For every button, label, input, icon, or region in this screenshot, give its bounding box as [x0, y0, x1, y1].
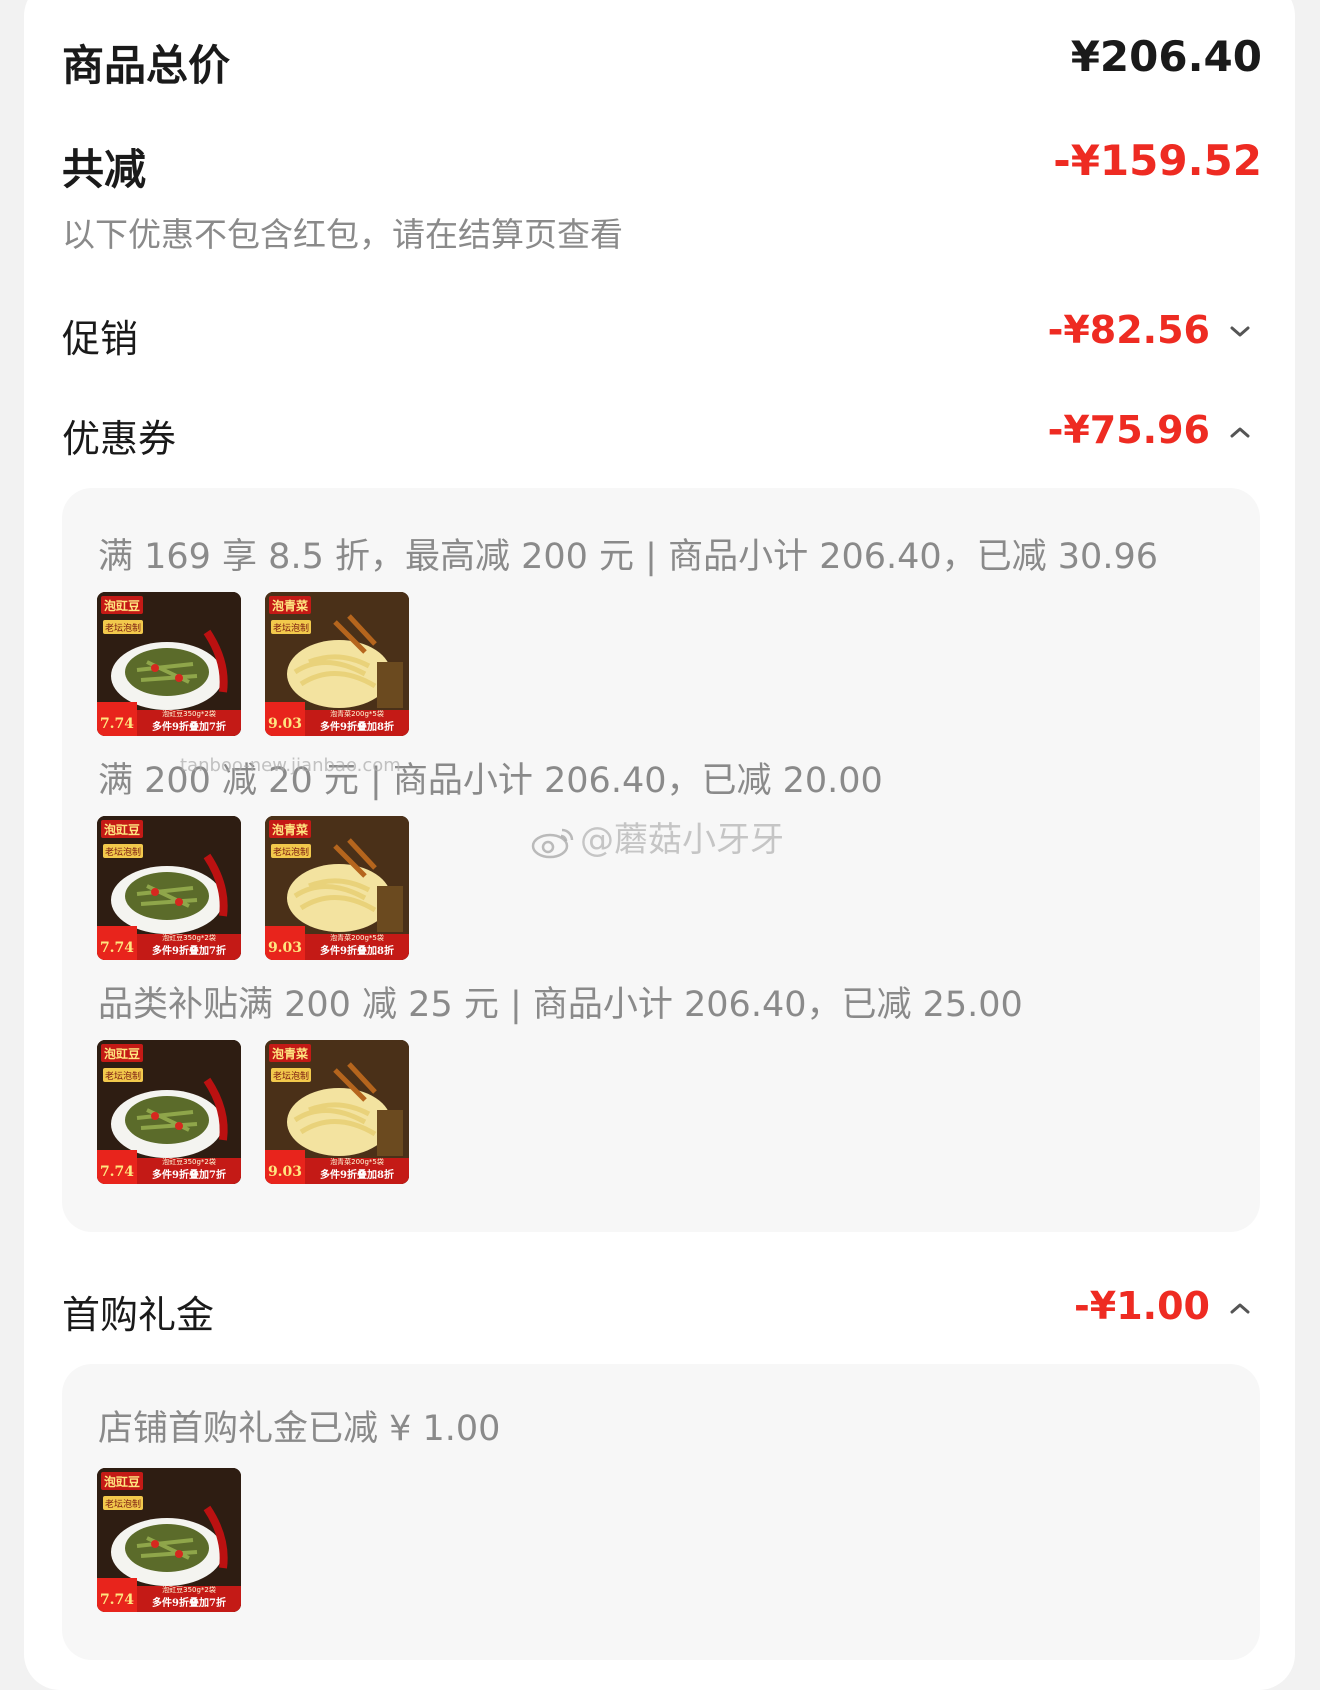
- product-image: 泡青菜老坛泡制 9.03 泡青菜200g*5袋多件9折叠加8折: [265, 816, 409, 960]
- product-name: 泡豇豆: [104, 1046, 140, 1061]
- product-promo: 多件9折叠加8折: [320, 720, 394, 733]
- product-tag: 老坛泡制: [105, 1070, 141, 1082]
- first-purchase-detail-panel: 店铺首购礼金已减 ¥ 1.00 泡豇豆老坛泡制 7.74 泡豇豆350g*2袋多件9…: [62, 1364, 1260, 1660]
- product-promo: 多件9折叠加7折: [152, 1596, 226, 1609]
- product-spec: 泡青菜200g*5袋: [330, 709, 384, 718]
- product-spec: 泡豇豆350g*2袋: [162, 709, 216, 718]
- product-promo: 多件9折叠加7折: [152, 1168, 226, 1181]
- watermark-handle: @蘑菇小牙牙: [580, 820, 784, 860]
- product-promo: 多件9折叠加7折: [152, 720, 226, 733]
- product-image: 泡豇豆老坛泡制 7.74 泡豇豆350g*2袋多件9折叠加7折: [97, 592, 241, 736]
- discount-note: 以下优惠不包含红包，请在结算页查看: [62, 215, 623, 254]
- product-price: 9.03: [268, 940, 302, 956]
- chevron-down-icon[interactable]: [1226, 318, 1254, 346]
- first-purchase-row[interactable]: 首购礼金 -¥1.00: [62, 1276, 1258, 1337]
- product-tag: 老坛泡制: [273, 622, 309, 634]
- total-price-label: 商品总价: [62, 41, 231, 90]
- coupon-entry-text: 满 169 享 8.5 折，最高减 200 元 | 商品小计 206.40，已减…: [98, 537, 1158, 577]
- product-tag: 老坛泡制: [273, 1070, 309, 1082]
- first-purchase-value: -¥1.00: [1074, 1284, 1210, 1328]
- product-spec: 泡豇豆350g*2袋: [162, 1585, 216, 1594]
- coupon-row[interactable]: 优惠券 -¥75.96: [62, 400, 1258, 461]
- product-name: 泡豇豆: [104, 822, 140, 837]
- coupon-label: 优惠券: [62, 417, 177, 461]
- coupon-entry-text: 品类补贴满 200 减 25 元 | 商品小计 206.40，已减 25.00: [98, 985, 1023, 1025]
- product-tag: 老坛泡制: [273, 846, 309, 858]
- promotion-value: -¥82.56: [1047, 308, 1210, 352]
- product-spec: 泡豇豆350g*2袋: [162, 1157, 216, 1166]
- product-thumbnail[interactable]: 泡青菜老坛泡制 9.03 泡青菜200g*5袋多件9折叠加8折: [265, 1040, 409, 1184]
- product-tag: 老坛泡制: [105, 1498, 141, 1510]
- weibo-logo-icon: [531, 828, 574, 858]
- product-spec: 泡青菜200g*5袋: [330, 1157, 384, 1166]
- total-discount-value: -¥159.52: [1053, 136, 1262, 185]
- product-image: 泡青菜老坛泡制 9.03 泡青菜200g*5袋多件9折叠加8折: [265, 1040, 409, 1184]
- product-promo: 多件9折叠加8折: [320, 944, 394, 957]
- total-price-row: 商品总价 ¥206.40: [62, 28, 1262, 90]
- discount-note-row: 以下优惠不包含红包，请在结算页查看: [62, 208, 1258, 254]
- watermark-url: tanboo-new.jianbao.com: [180, 755, 401, 776]
- product-thumbnail[interactable]: 泡豇豆老坛泡制 7.74 泡豇豆350g*2袋多件9折叠加7折: [97, 592, 241, 736]
- product-name: 泡豇豆: [104, 598, 140, 613]
- product-name: 泡豇豆: [104, 1474, 140, 1489]
- product-promo: 多件9折叠加8折: [320, 1168, 394, 1181]
- product-tag: 老坛泡制: [105, 622, 141, 634]
- product-image: 泡豇豆老坛泡制 7.74 泡豇豆350g*2袋多件9折叠加7折: [97, 1468, 241, 1612]
- watermark: @蘑菇小牙牙: [530, 812, 784, 861]
- product-thumbnail[interactable]: 泡青菜老坛泡制 9.03 泡青菜200g*5袋多件9折叠加8折: [265, 816, 409, 960]
- total-price-value: ¥206.40: [1070, 32, 1262, 81]
- product-price: 7.74: [100, 940, 134, 956]
- first-purchase-entry-text: 店铺首购礼金已减 ¥ 1.00: [98, 1409, 501, 1449]
- product-image: 泡豇豆老坛泡制 7.74 泡豇豆350g*2袋多件9折叠加7折: [97, 816, 241, 960]
- chevron-up-icon[interactable]: [1226, 1294, 1254, 1322]
- product-spec: 泡青菜200g*5袋: [330, 933, 384, 942]
- chevron-up-icon[interactable]: [1226, 418, 1254, 446]
- product-name: 泡青菜: [272, 822, 308, 837]
- product-price: 9.03: [268, 716, 302, 732]
- product-promo: 多件9折叠加7折: [152, 944, 226, 957]
- product-image: 泡青菜老坛泡制 9.03 泡青菜200g*5袋多件9折叠加8折: [265, 592, 409, 736]
- promotion-label: 促销: [62, 317, 139, 361]
- promotion-row[interactable]: 促销 -¥82.56: [62, 300, 1258, 361]
- coupon-value: -¥75.96: [1047, 408, 1210, 452]
- product-thumbnail[interactable]: 泡青菜老坛泡制 9.03 泡青菜200g*5袋多件9折叠加8折: [265, 592, 409, 736]
- product-price: 9.03: [268, 1164, 302, 1180]
- product-price: 7.74: [100, 1592, 134, 1608]
- product-thumbnail[interactable]: 泡豇豆老坛泡制 7.74 泡豇豆350g*2袋多件9折叠加7折: [97, 816, 241, 960]
- first-purchase-label: 首购礼金: [62, 1293, 215, 1337]
- product-thumbnail[interactable]: 泡豇豆老坛泡制 7.74 泡豇豆350g*2袋多件9折叠加7折: [97, 1040, 241, 1184]
- product-price: 7.74: [100, 1164, 134, 1180]
- product-thumbnail[interactable]: 泡豇豆老坛泡制 7.74 泡豇豆350g*2袋多件9折叠加7折: [97, 1468, 241, 1612]
- total-discount-row: 共减 -¥159.52: [62, 132, 1262, 194]
- product-spec: 泡豇豆350g*2袋: [162, 933, 216, 942]
- product-name: 泡青菜: [272, 1046, 308, 1061]
- product-tag: 老坛泡制: [105, 846, 141, 858]
- product-name: 泡青菜: [272, 598, 308, 613]
- product-price: 7.74: [100, 716, 134, 732]
- total-discount-label: 共减: [62, 145, 147, 194]
- product-image: 泡豇豆老坛泡制 7.74 泡豇豆350g*2袋多件9折叠加7折: [97, 1040, 241, 1184]
